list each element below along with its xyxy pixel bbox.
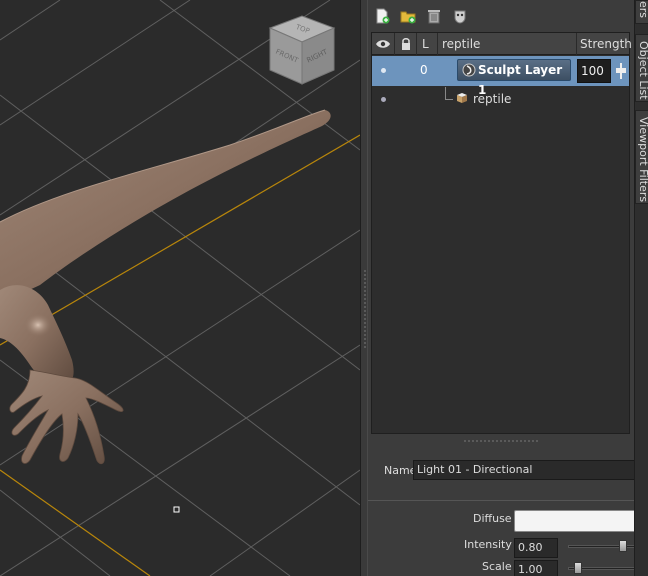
layer-row-mesh[interactable]: reptile bbox=[372, 87, 629, 111]
mask-icon[interactable] bbox=[452, 8, 468, 24]
name-field[interactable]: Light 01 - Directional bbox=[413, 460, 635, 480]
eye-icon bbox=[376, 40, 390, 48]
layer-list: L reptile Strength 0 Sculpt Layer 1 100 bbox=[371, 32, 632, 434]
diffuse-color-swatch[interactable] bbox=[514, 510, 640, 532]
l-column[interactable]: L bbox=[417, 33, 438, 55]
lock-icon bbox=[402, 38, 410, 50]
view-cube[interactable]: TOP FRONT RIGHT bbox=[266, 14, 338, 86]
splitter-grip bbox=[364, 270, 366, 350]
3d-viewport[interactable]: TOP FRONT RIGHT bbox=[0, 0, 360, 576]
scale-slider-thumb[interactable] bbox=[574, 562, 583, 574]
panel-splitter[interactable] bbox=[360, 0, 368, 576]
viewport-scene bbox=[0, 0, 360, 576]
tab-object-list[interactable]: Object List bbox=[635, 34, 648, 102]
delete-icon[interactable] bbox=[426, 8, 442, 24]
layer-index: 0 bbox=[420, 63, 428, 77]
tab-layers[interactable]: ers bbox=[635, 0, 648, 24]
new-folder-icon[interactable] bbox=[400, 8, 416, 24]
section-divider bbox=[368, 500, 634, 501]
name-column[interactable]: reptile bbox=[438, 33, 577, 55]
diffuse-label: Diffuse bbox=[473, 512, 512, 525]
name-label: Name bbox=[384, 464, 417, 477]
layers-panel: L reptile Strength 0 Sculpt Layer 1 100 bbox=[368, 0, 640, 576]
strength-input[interactable]: 100 bbox=[577, 59, 611, 83]
app-window: TOP FRONT RIGHT L reptile Strength 0 Scu… bbox=[0, 0, 648, 576]
intensity-input[interactable]: 0.80 bbox=[514, 538, 558, 558]
tab-viewport-filters[interactable]: Viewport Filters bbox=[635, 110, 648, 204]
lock-column[interactable] bbox=[395, 33, 417, 55]
strength-column[interactable]: Strength bbox=[577, 33, 632, 55]
side-tab-strip: ers Object List Viewport Filters bbox=[634, 0, 648, 576]
scale-label: Scale bbox=[482, 560, 512, 573]
sculpt-icon bbox=[462, 63, 476, 77]
intensity-slider-thumb[interactable] bbox=[619, 540, 628, 552]
intensity-label: Intensity bbox=[464, 538, 512, 551]
mesh-icon bbox=[457, 93, 467, 103]
mesh-name: reptile bbox=[473, 92, 512, 106]
layer-row-selected[interactable]: 0 Sculpt Layer 1 100 bbox=[372, 56, 629, 97]
visibility-toggle[interactable] bbox=[381, 68, 386, 73]
scale-input[interactable]: 1.00 bbox=[514, 560, 558, 576]
light-marker bbox=[173, 506, 180, 513]
new-layer-icon[interactable] bbox=[374, 8, 390, 24]
visibility-toggle[interactable] bbox=[381, 97, 386, 102]
sculpt-layer-button[interactable]: Sculpt Layer 1 bbox=[457, 59, 571, 97]
intensity-slider[interactable] bbox=[568, 545, 640, 548]
layer-list-header: L reptile Strength bbox=[372, 33, 632, 55]
layers-toolbar bbox=[368, 0, 634, 32]
panel-grip[interactable] bbox=[464, 440, 538, 442]
viewport-grid bbox=[0, 0, 360, 576]
visibility-column[interactable] bbox=[372, 33, 395, 55]
strength-slider-handle[interactable] bbox=[615, 60, 627, 82]
